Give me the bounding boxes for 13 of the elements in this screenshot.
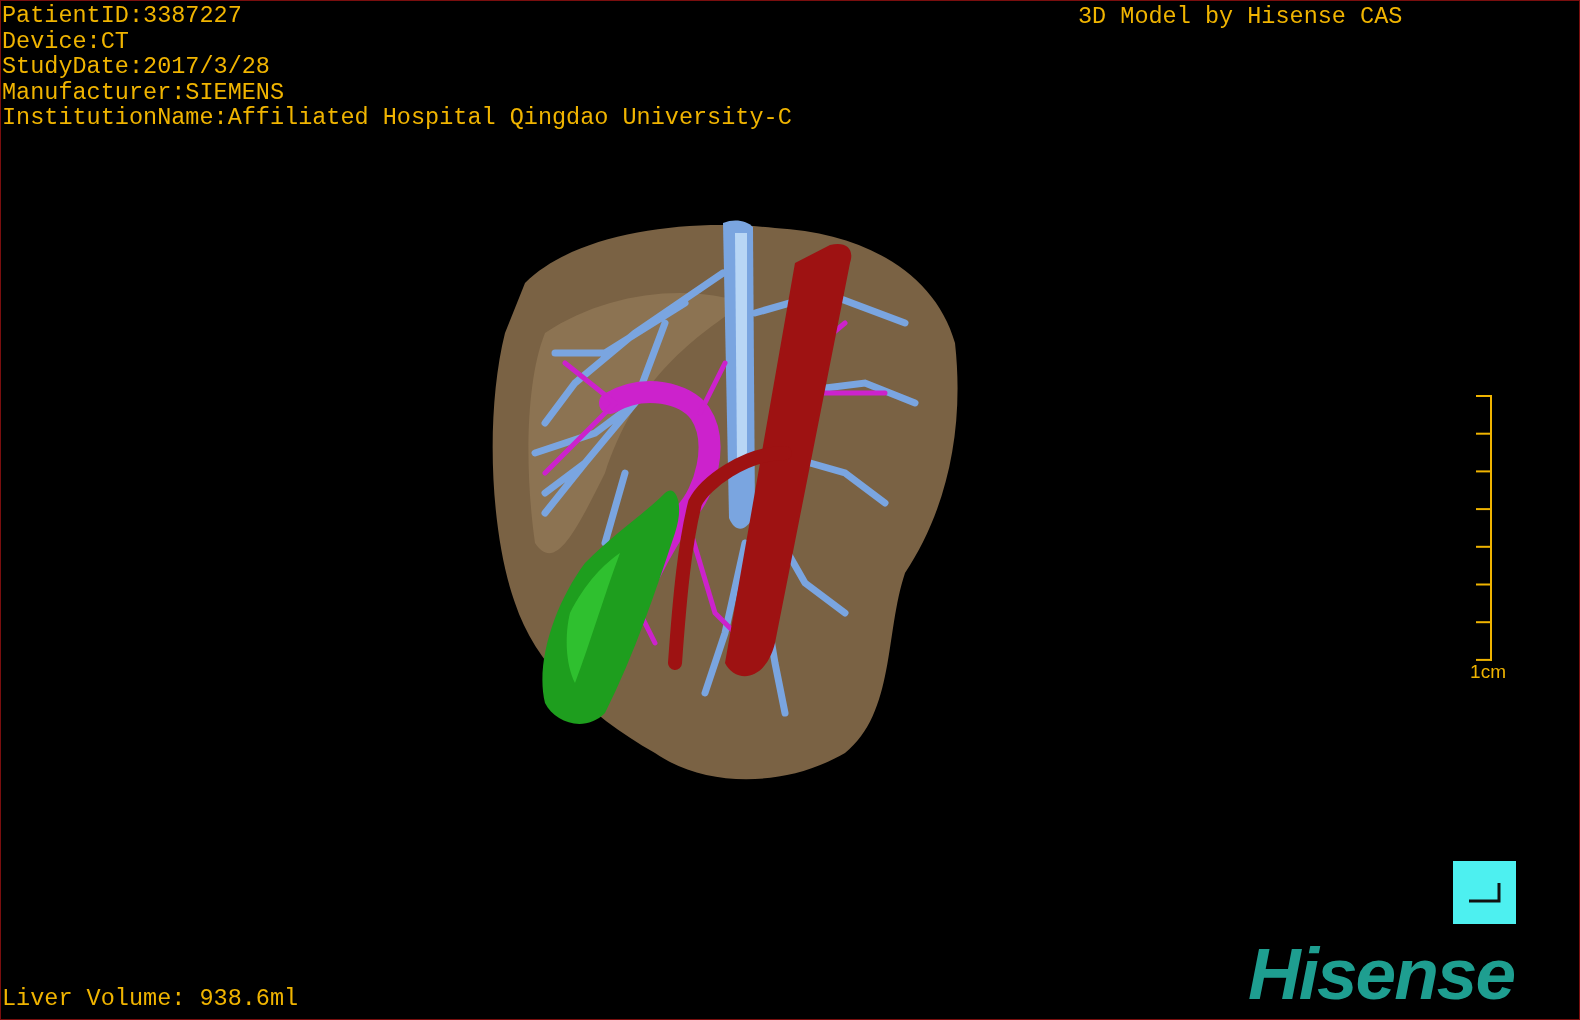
study-info-text: Manufacturer:SIEMENS: [2, 79, 286, 105]
3d-viewport[interactable]: PatientID:3387227 Device:CT StudyDate:2017/3/28 Manufacturer:SIEMENS InstitutionName:Affiliated Hospital Qingdao University-C 3D Model by Hisense CAS 1cm Liver Volume: 938.6ml Hisense: [0, 0, 1580, 1020]
brand-logo: Hisense: [1248, 939, 1514, 1009]
fullscreen-button[interactable]: [1453, 861, 1516, 924]
model-credit-text: 3D Model by Hisense CAS: [1078, 4, 1403, 29]
study-info-text: Device:CT: [2, 28, 130, 54]
liver-volume-text: Liver Volume: 938.6ml: [2, 986, 299, 1011]
corner-icon: [1467, 881, 1502, 904]
scale-label: 1cm: [1470, 661, 1506, 683]
liver-model-drawing[interactable]: [492, 220, 958, 780]
study-info-text: InstitutionName:Affiliated Hospital Qingdao University-C: [2, 105, 792, 131]
study-info-text: StudyDate:2017/3/28: [2, 54, 271, 80]
study-info-text: PatientID:3387227: [2, 3, 243, 29]
